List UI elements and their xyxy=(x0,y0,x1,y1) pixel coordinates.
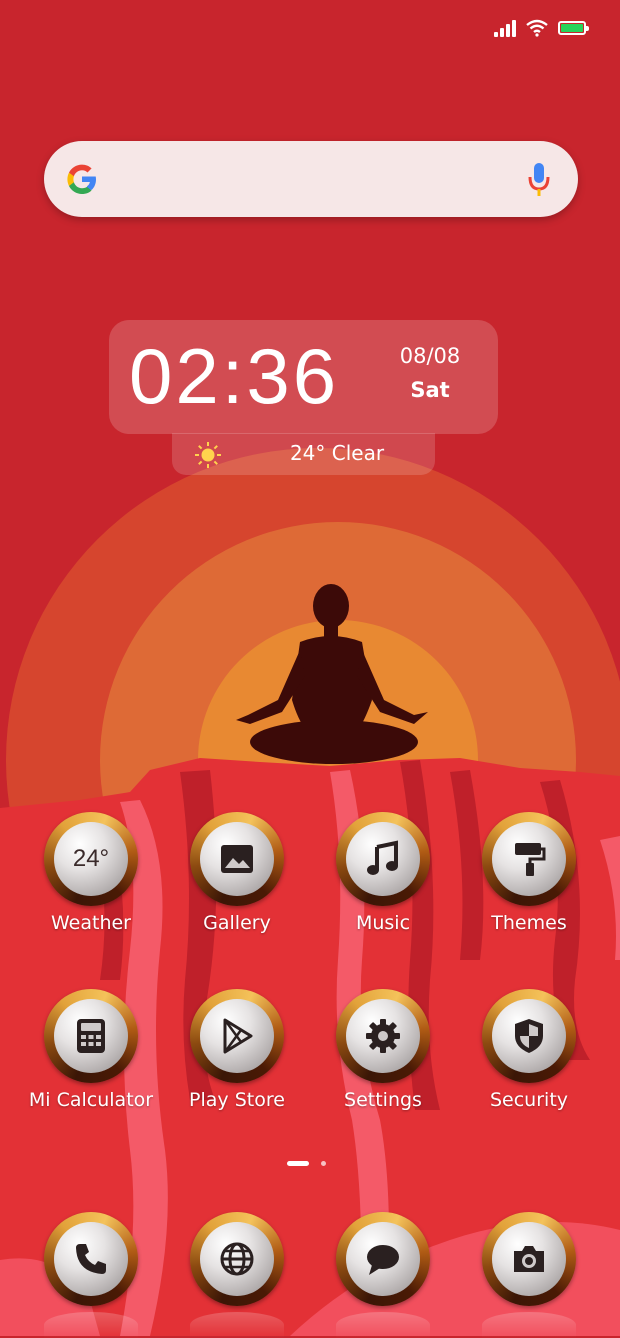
browser-icon xyxy=(220,1242,254,1276)
app-music[interactable]: Music xyxy=(310,812,456,934)
clock-day: Sat xyxy=(410,378,450,402)
app-icon-ring xyxy=(190,1212,284,1306)
app-gallery[interactable]: Gallery xyxy=(164,812,310,934)
app-label: Play Store xyxy=(189,1089,285,1111)
settings-icon xyxy=(366,1019,400,1053)
camera-icon xyxy=(514,1246,544,1272)
themes-icon xyxy=(515,843,546,876)
dock-camera[interactable] xyxy=(456,1212,602,1306)
status-bar xyxy=(494,14,589,42)
battery-icon xyxy=(558,21,589,35)
app-label: Settings xyxy=(344,1089,422,1111)
app-icon-ring xyxy=(190,812,284,906)
page-dot-active xyxy=(287,1161,309,1166)
dock-messages[interactable] xyxy=(310,1212,456,1306)
app-icon-ring xyxy=(482,1212,576,1306)
weather-icon: 24° xyxy=(72,845,110,872)
app-security[interactable]: Security xyxy=(456,989,602,1111)
app-icon-ring xyxy=(44,989,138,1083)
app-label: Music xyxy=(355,912,411,934)
app-icon-ring xyxy=(482,812,576,906)
dock-reflection xyxy=(190,1312,284,1338)
messages-icon xyxy=(367,1245,399,1275)
app-icon-ring xyxy=(336,812,430,906)
app-label: Mi Calculator xyxy=(28,1089,154,1111)
app-mi-calculator[interactable]: Mi Calculator xyxy=(18,989,164,1111)
app-label: Gallery xyxy=(203,912,271,934)
app-label: Themes xyxy=(491,912,567,934)
weather-widget[interactable]: 24° Clear xyxy=(172,433,435,475)
mic-icon[interactable] xyxy=(526,159,552,199)
dock-phone[interactable] xyxy=(18,1212,164,1306)
app-label: Weather xyxy=(51,912,131,934)
google-g-icon xyxy=(67,164,96,194)
weather-text: 24° Clear xyxy=(289,441,385,465)
calculator-icon xyxy=(77,1019,105,1053)
app-play-store[interactable]: Play Store xyxy=(164,989,310,1111)
app-weather[interactable]: 24° Weather xyxy=(18,812,164,934)
dock-browser[interactable] xyxy=(164,1212,310,1306)
sun-icon xyxy=(195,442,221,468)
clock-date: 08/08 xyxy=(399,344,461,368)
app-icon-ring xyxy=(190,989,284,1083)
dock-reflection xyxy=(482,1312,576,1338)
security-icon xyxy=(515,1019,543,1053)
phone-icon xyxy=(76,1244,106,1274)
wifi-icon xyxy=(526,19,548,37)
dock-reflection xyxy=(336,1312,430,1338)
music-icon xyxy=(367,840,398,875)
page-dot xyxy=(321,1161,326,1166)
clock-time: 02:36 xyxy=(129,332,340,420)
app-icon-ring xyxy=(336,989,430,1083)
play-store-icon xyxy=(223,1018,253,1054)
signal-bars-icon xyxy=(494,19,516,37)
page-indicator[interactable] xyxy=(287,1161,326,1166)
app-label: Security xyxy=(489,1089,569,1111)
app-icon-ring: 24° xyxy=(44,812,138,906)
dock-reflection xyxy=(44,1312,138,1338)
app-icon-ring xyxy=(44,1212,138,1306)
app-settings[interactable]: Settings xyxy=(310,989,456,1111)
app-icon-ring xyxy=(482,989,576,1083)
app-icon-ring xyxy=(336,1212,430,1306)
clock-widget[interactable]: 02:36 08/08 Sat xyxy=(109,320,498,434)
app-themes[interactable]: Themes xyxy=(456,812,602,934)
gallery-icon xyxy=(221,845,253,873)
google-search-bar[interactable] xyxy=(44,141,578,217)
